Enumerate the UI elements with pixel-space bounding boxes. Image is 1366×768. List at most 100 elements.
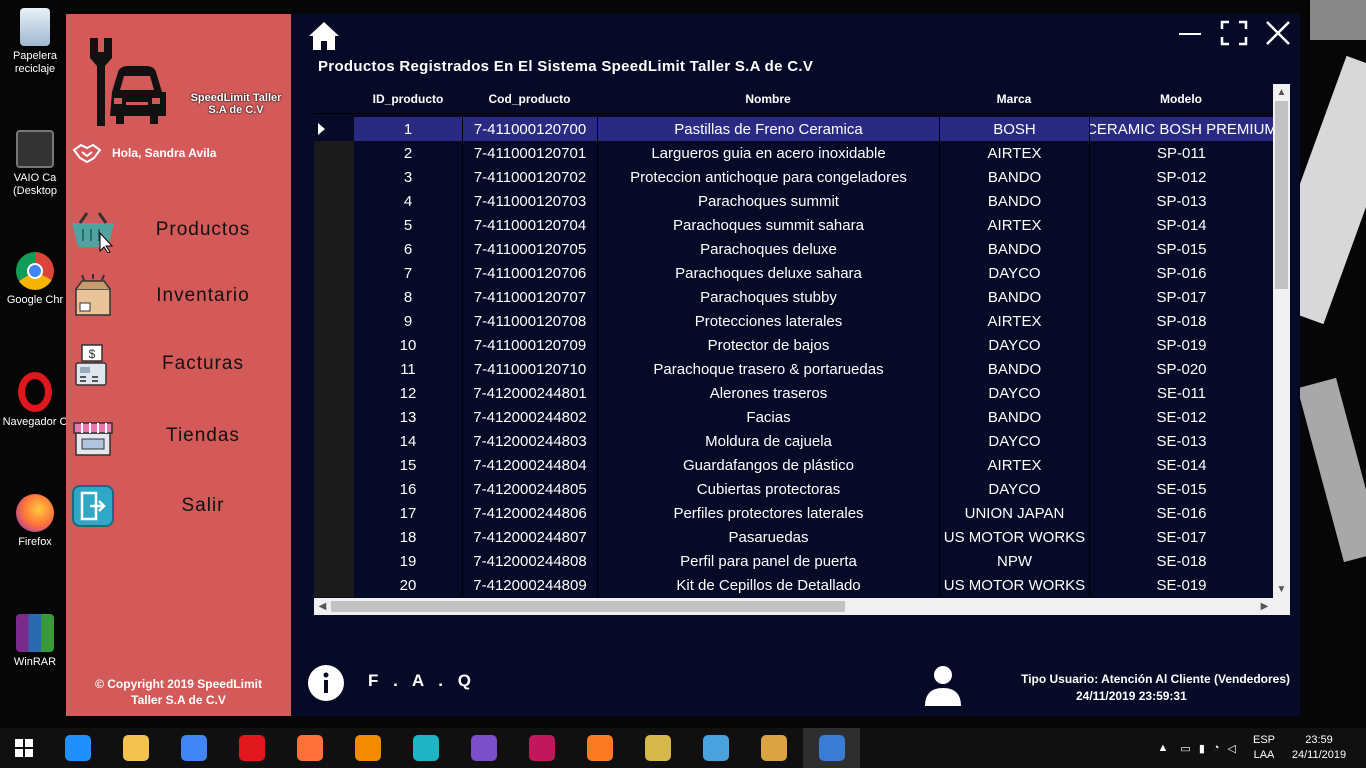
cell-nombre[interactable]: Perfil para panel de puerta [597,549,939,573]
cell-marca[interactable]: DAYCO [939,261,1089,285]
row-header[interactable] [314,213,354,237]
table-row[interactable]: 13 7-412000244802 Facias BANDO SE-012 [314,405,1273,429]
cell-id[interactable]: 4 [354,189,462,213]
taskbar-app[interactable] [165,728,222,768]
table-row[interactable]: 17 7-412000244806 Perfiles protectores lat… [314,501,1273,525]
cell-nombre[interactable]: Kit de Cepillos de Detallado [597,573,939,597]
row-header[interactable] [314,333,354,357]
cell-nombre[interactable]: Parachoques summit sahara [597,213,939,237]
row-header[interactable] [314,453,354,477]
cell-nombre[interactable]: Parachoques stubby [597,285,939,309]
table-row[interactable]: 11 7-411000120710 Parachoque trasero & por… [314,357,1273,381]
row-header[interactable] [314,141,354,165]
column-header-id[interactable]: ID_producto [354,84,462,114]
show-desktop-button[interactable] [1354,728,1366,768]
table-row[interactable]: 2 7-411000120701 Largueros guia en acero i… [314,141,1273,165]
column-header-modelo[interactable]: Modelo [1089,84,1273,114]
table-row[interactable]: 16 7-412000244805 Cubiertas protectoras DAY… [314,477,1273,501]
nav-tiendas[interactable]: Tiendas [70,410,290,462]
cell-id[interactable]: 5 [354,213,462,237]
cell-modelo[interactable]: SE-018 [1089,549,1273,573]
cell-modelo[interactable]: SE-016 [1089,501,1273,525]
cell-modelo[interactable]: SP-012 [1089,165,1273,189]
cell-cod[interactable]: 7-412000244804 [462,453,597,477]
cell-id[interactable]: 6 [354,237,462,261]
cell-nombre[interactable]: Parachoques deluxe sahara [597,261,939,285]
row-header[interactable] [314,549,354,573]
maximize-icon[interactable] [1219,20,1249,46]
start-button[interactable] [0,728,48,768]
close-icon[interactable] [1263,20,1293,46]
tray-expand-icon[interactable]: ▲ [1158,742,1169,754]
desktop-icon-winrar[interactable]: WinRAR [0,614,70,669]
row-header[interactable] [314,285,354,309]
faq-link[interactable]: F . A . Q [368,671,476,691]
cell-cod[interactable]: 7-411000120703 [462,189,597,213]
cell-marca[interactable]: DAYCO [939,477,1089,501]
cell-cod[interactable]: 7-412000244802 [462,405,597,429]
cell-marca[interactable]: BANDO [939,285,1089,309]
horizontal-scroll-thumb[interactable] [331,601,845,612]
keyboard-icon[interactable]: ▭ [1180,742,1190,755]
cell-id[interactable]: 3 [354,165,462,189]
cell-nombre[interactable]: Proteccion antichoque para congeladores [597,165,939,189]
scroll-right-icon[interactable]: ▶ [1256,598,1273,615]
cell-cod[interactable]: 7-412000244807 [462,525,597,549]
cell-modelo[interactable]: SE-015 [1089,477,1273,501]
cell-cod[interactable]: 7-411000120707 [462,285,597,309]
cell-marca[interactable]: BANDO [939,189,1089,213]
taskbar-app[interactable] [571,728,628,768]
cell-modelo[interactable]: SP-019 [1089,333,1273,357]
table-row[interactable]: 6 7-411000120705 Parachoques deluxe BANDO SP… [314,237,1273,261]
row-header[interactable] [314,237,354,261]
cell-nombre[interactable]: Moldura de cajuela [597,429,939,453]
cell-modelo[interactable]: SP-020 [1089,357,1273,381]
table-row[interactable]: 9 7-411000120708 Protecciones laterales AIR… [314,309,1273,333]
cell-marca[interactable]: BOSH [939,117,1089,141]
battery-icon[interactable]: ▮ [1199,742,1205,755]
row-header[interactable] [314,573,354,597]
table-row[interactable]: 7 7-411000120706 Parachoques deluxe sahara… [314,261,1273,285]
scroll-left-icon[interactable]: ◀ [314,598,331,615]
cell-marca[interactable]: BANDO [939,405,1089,429]
cell-id[interactable]: 13 [354,405,462,429]
cell-modelo[interactable]: SP-018 [1089,309,1273,333]
cell-nombre[interactable]: Largueros guia en acero inoxidable [597,141,939,165]
cell-nombre[interactable]: Guardafangos de plástico [597,453,939,477]
nav-facturas[interactable]: $ Facturas [70,338,290,390]
table-row[interactable]: 18 7-412000244807 Pasaruedas US MOTOR WORKS… [314,525,1273,549]
desktop-icon-recycle-bin[interactable]: Papelera reciclaje [0,8,70,76]
taskbar-app[interactable] [107,728,164,768]
cell-id[interactable]: 15 [354,453,462,477]
taskbar-app[interactable] [803,728,860,768]
cell-modelo[interactable]: SP-011 [1089,141,1273,165]
cell-id[interactable]: 1 [354,117,462,141]
language-indicator[interactable]: ESP LAA [1244,733,1284,763]
cell-marca[interactable]: AIRTEX [939,213,1089,237]
cell-nombre[interactable]: Cubiertas protectoras [597,477,939,501]
cell-id[interactable]: 7 [354,261,462,285]
desktop-icon-chrome[interactable]: Google Chr [0,252,70,307]
cell-modelo[interactable]: SE-011 [1089,381,1273,405]
column-header-cod[interactable]: Cod_producto [462,84,597,114]
nav-inventario[interactable]: Inventario [70,270,290,322]
nav-salir[interactable]: Salir [70,480,290,532]
network-icon[interactable]: ◔ [1213,742,1220,754]
cell-id[interactable]: 19 [354,549,462,573]
cell-cod[interactable]: 7-411000120706 [462,261,597,285]
taskbar-app[interactable] [687,728,744,768]
cell-cod[interactable]: 7-411000120710 [462,357,597,381]
cell-id[interactable]: 11 [354,357,462,381]
cell-id[interactable]: 20 [354,573,462,597]
products-grid[interactable]: ID_producto Cod_producto Nombre Marca Mo… [314,84,1290,615]
cell-modelo[interactable]: SP-017 [1089,285,1273,309]
row-header[interactable] [314,381,354,405]
cell-nombre[interactable]: Pasaruedas [597,525,939,549]
row-header[interactable] [314,501,354,525]
horizontal-scrollbar[interactable]: ◀ ▶ [314,598,1273,615]
table-row[interactable]: 5 7-411000120704 Parachoques summit sahara… [314,213,1273,237]
taskbar-app[interactable] [513,728,570,768]
cell-id[interactable]: 14 [354,429,462,453]
cell-id[interactable]: 2 [354,141,462,165]
cell-modelo[interactable]: SE-017 [1089,525,1273,549]
